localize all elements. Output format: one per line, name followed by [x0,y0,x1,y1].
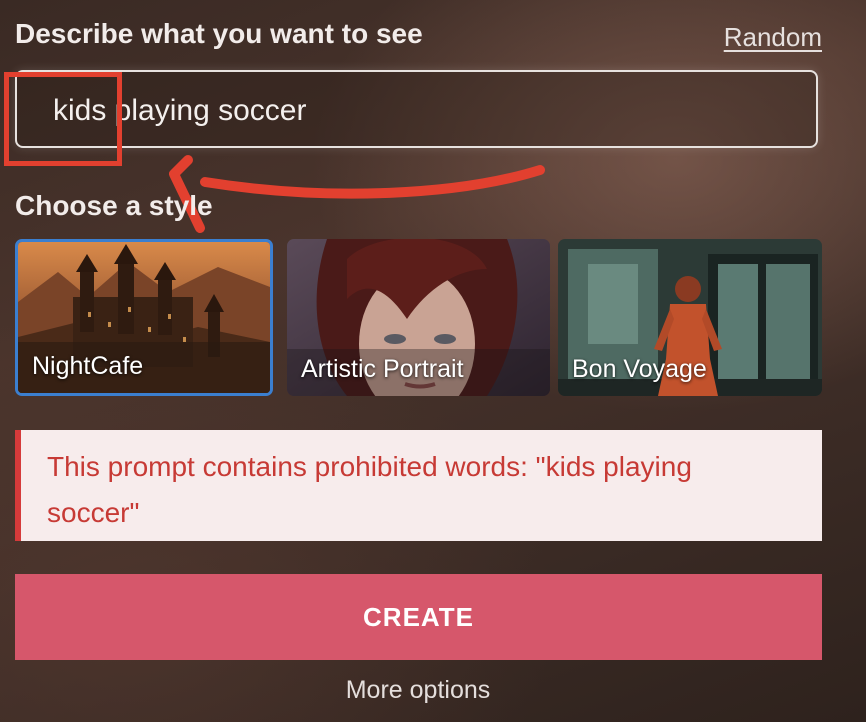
style-card-label: NightCafe [32,352,144,380]
error-message: This prompt contains prohibited words: "… [47,451,692,528]
style-card-nightcafe[interactable]: NightCafe [15,239,273,396]
create-button[interactable]: CREATE [15,574,822,660]
style-card-artistic-portrait[interactable]: Artistic Portrait [287,239,550,396]
error-alert: This prompt contains prohibited words: "… [15,430,822,541]
style-section-label: Choose a style [15,190,213,221]
style-card-bon-voyage[interactable]: Bon Voyage [558,239,822,396]
prompt-field[interactable] [15,70,818,148]
annotation-highlight-box [4,72,122,166]
style-card-label: Artistic Portrait [301,355,464,383]
describe-label: Describe what you want to see [15,18,423,49]
style-card-label: Bon Voyage [572,355,707,383]
more-options-link[interactable]: More options [0,676,836,705]
random-link[interactable]: Random [724,22,822,53]
annotation-arrow-icon [169,155,545,233]
prompt-input[interactable] [53,92,793,130]
